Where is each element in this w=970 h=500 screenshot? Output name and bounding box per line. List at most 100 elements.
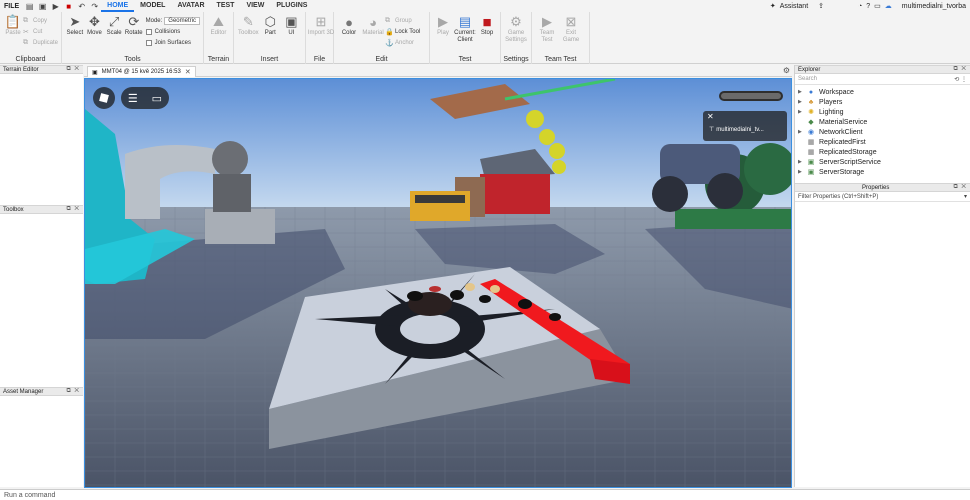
- panel-controls-icon[interactable]: ⧉ ✕: [953, 184, 967, 191]
- share-icon[interactable]: ⇪: [818, 2, 824, 10]
- current-client-button[interactable]: ▤ Current: Client: [454, 14, 476, 44]
- insert-group: ✎ Toolbox ⬡ Part ▣ UI Insert: [234, 12, 306, 64]
- explorer-search[interactable]: Search ⟲ ⋮: [795, 74, 970, 85]
- tab-plugins[interactable]: PLUGINS: [270, 0, 313, 12]
- scale-icon: ⤢: [108, 14, 120, 29]
- chevron-right-icon[interactable]: ▶: [798, 99, 806, 105]
- game-settings-button[interactable]: ⚙ Game Settings: [505, 14, 527, 44]
- player-entry[interactable]: ⊤ multimedialni_tv...: [709, 126, 764, 134]
- undo-icon[interactable]: ↶: [77, 2, 86, 11]
- stop-icon[interactable]: ■: [64, 2, 73, 11]
- file-menu[interactable]: FILE: [0, 3, 23, 10]
- explorer-item[interactable]: ◆ MaterialService: [795, 117, 970, 127]
- explorer-item[interactable]: ▶ ● Workspace: [795, 87, 970, 97]
- explorer-header[interactable]: Explorer ⧉ ✕: [795, 65, 970, 74]
- chat-icon[interactable]: ▭: [152, 92, 162, 105]
- explorer-item[interactable]: ▦ ReplicatedFirst: [795, 137, 970, 147]
- save-icon[interactable]: ▤: [25, 2, 34, 11]
- import-3d-button[interactable]: ⊞ Import 3D: [308, 14, 334, 37]
- team-test-button[interactable]: ▶ Team Test: [536, 14, 558, 44]
- scale-button[interactable]: ⤢ Scale: [105, 14, 123, 37]
- history-icon[interactable]: ⟲ ⋮: [954, 76, 967, 83]
- stop-button[interactable]: ■ Stop: [478, 14, 496, 37]
- explorer-item[interactable]: ▦ ReplicatedStorage: [795, 147, 970, 157]
- collisions-checkbox[interactable]: [145, 28, 152, 35]
- join-surfaces-toggle[interactable]: Join Surfaces: [145, 38, 200, 47]
- explorer-item-label: NetworkClient: [819, 128, 863, 136]
- game-viewport[interactable]: ☰ ▭ ✕ ⊤ multimedialni_tv...: [84, 78, 792, 488]
- play-icon[interactable]: ▶: [51, 2, 60, 11]
- terrain-editor-header[interactable]: Terrain Editor ⧉ ✕: [0, 65, 83, 74]
- exit-icon: ⊠: [565, 14, 577, 29]
- chevron-down-icon[interactable]: ▾: [964, 193, 967, 200]
- color-button[interactable]: ● Color: [338, 14, 360, 37]
- chevron-right-icon[interactable]: ▶: [798, 169, 806, 175]
- toolbox-button[interactable]: ✎ Toolbox: [238, 14, 259, 37]
- ui-button[interactable]: ▣ UI: [282, 14, 301, 37]
- select-button[interactable]: ➤ Select: [66, 14, 84, 37]
- document-tab[interactable]: ▣ MMT04 @ 15 kvě 2025 16:53 ✕: [87, 66, 196, 77]
- open-icon[interactable]: ▣: [38, 2, 47, 11]
- gear-icon[interactable]: ⚙: [783, 66, 790, 75]
- asset-manager-header[interactable]: Asset Manager ⧉ ✕: [0, 387, 83, 396]
- roblox-menu-button[interactable]: [93, 87, 115, 109]
- scene: [85, 79, 791, 487]
- server-script-icon: ▣: [807, 159, 815, 166]
- terrain-editor-button[interactable]: ⛰ Editor: [208, 14, 229, 37]
- tab-view[interactable]: VIEW: [240, 0, 270, 12]
- hamburger-icon[interactable]: ☰: [128, 92, 138, 105]
- join-surfaces-checkbox[interactable]: [145, 39, 152, 46]
- part-button[interactable]: ⬡ Part: [261, 14, 280, 37]
- tab-home[interactable]: HOME: [101, 0, 135, 12]
- cloud-icon[interactable]: ☁: [885, 2, 892, 10]
- close-icon[interactable]: ✕: [707, 112, 714, 121]
- close-icon[interactable]: ✕: [185, 68, 191, 76]
- toolbox-header[interactable]: Toolbox ⧉ ✕: [0, 205, 83, 214]
- assistant-label[interactable]: Assistant: [780, 3, 808, 10]
- properties-header[interactable]: Properties ⧉ ✕: [795, 183, 970, 192]
- duplicate-button[interactable]: ⧉ Duplicate: [23, 38, 58, 47]
- command-bar[interactable]: Run a command: [0, 489, 970, 500]
- cut-button[interactable]: ✂ Cut: [23, 27, 58, 36]
- panel-controls-icon[interactable]: ⧉ ✕: [953, 66, 967, 73]
- panel-controls-icon[interactable]: ⧉ ✕: [66, 206, 80, 213]
- tab-test[interactable]: TEST: [211, 0, 241, 12]
- group-button[interactable]: ⧉ Group: [385, 16, 420, 25]
- anchor-button[interactable]: ⚓ Anchor: [385, 38, 420, 47]
- move-button[interactable]: ✥ Move: [86, 14, 104, 37]
- explorer-item[interactable]: ▶ ◉ NetworkClient: [795, 127, 970, 137]
- copy-button[interactable]: ⧉ Copy: [23, 16, 58, 25]
- help-icon[interactable]: ?: [866, 3, 870, 10]
- redo-icon[interactable]: ↷: [90, 2, 99, 11]
- chevron-right-icon[interactable]: ▶: [798, 129, 806, 135]
- material-button[interactable]: ◕ Material: [362, 14, 384, 37]
- chevron-right-icon[interactable]: ▶: [798, 159, 806, 165]
- explorer-item[interactable]: ▶ ✺ Lighting: [795, 107, 970, 117]
- exit-game-button[interactable]: ⊠ Exit Game: [560, 14, 582, 44]
- panel-controls-icon[interactable]: ⧉ ✕: [66, 66, 80, 73]
- explorer-item[interactable]: ▶ ▣ ServerStorage: [795, 167, 970, 177]
- game-menu-pill[interactable]: ☰ ▭: [121, 87, 169, 109]
- command-input[interactable]: Run a command: [4, 492, 55, 499]
- player-list-card[interactable]: ✕ ⊤ multimedialni_tv...: [703, 111, 787, 141]
- properties-filter[interactable]: Filter Properties (Ctrl+Shift+P) ▾: [795, 192, 970, 202]
- chevron-right-icon[interactable]: ▶: [798, 89, 806, 95]
- collisions-toggle[interactable]: Collisions: [145, 27, 200, 36]
- tab-model[interactable]: MODEL: [134, 0, 171, 12]
- play-button[interactable]: ▶ Play: [434, 14, 452, 37]
- copy-icon: ⧉: [22, 16, 28, 24]
- player-avatar-icon: ⊤: [709, 127, 715, 133]
- bell-icon[interactable]: ◔: [858, 3, 862, 10]
- tab-avatar[interactable]: AVATAR: [171, 0, 210, 12]
- lock-tool-button[interactable]: 🔒 Lock Tool: [385, 27, 420, 36]
- rotate-button[interactable]: ⟳ Rotate: [125, 14, 143, 37]
- explorer-item[interactable]: ▶ ♣ Players: [795, 97, 970, 107]
- panel-controls-icon[interactable]: ⧉ ✕: [66, 388, 80, 395]
- chevron-right-icon[interactable]: ▶: [798, 109, 806, 115]
- paste-button[interactable]: 📋 Paste: [4, 14, 22, 37]
- explorer-item[interactable]: ▶ ▣ ServerScriptService: [795, 157, 970, 167]
- user-name[interactable]: multimedialni_tvorba: [902, 3, 966, 10]
- notification-icon[interactable]: ▭: [874, 2, 881, 10]
- mode-select[interactable]: Geometric: [164, 16, 200, 25]
- assistant-icon[interactable]: ✦: [770, 2, 776, 10]
